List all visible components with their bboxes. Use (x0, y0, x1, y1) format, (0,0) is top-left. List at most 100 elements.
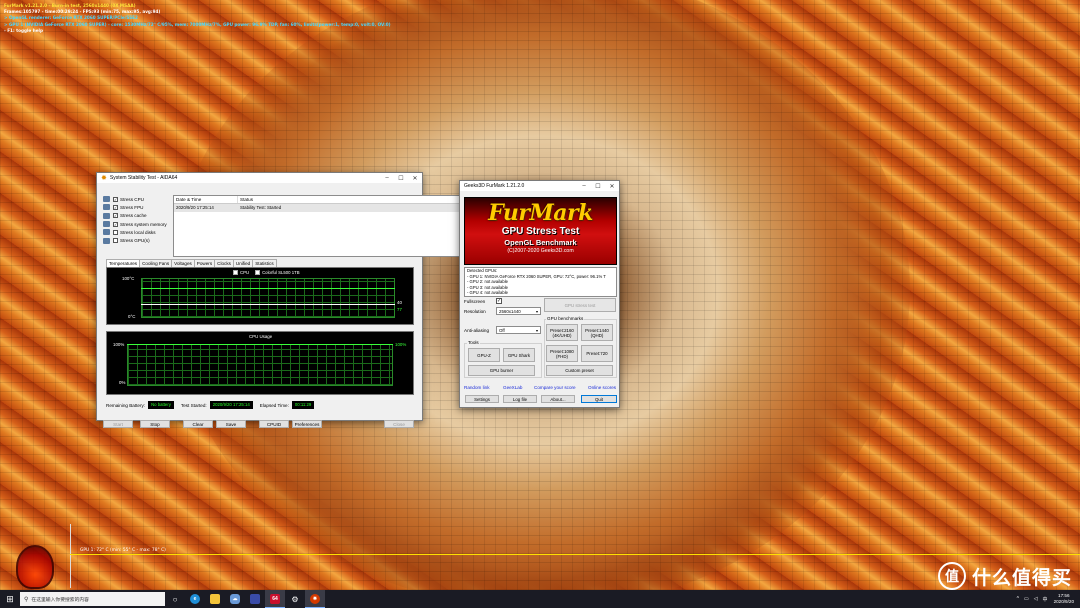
banner-subtitle: GPU Stress Test (501, 226, 580, 237)
random-link[interactable]: Random link (464, 385, 490, 390)
furmark-flame-logo (16, 545, 54, 589)
settings-gear-icon[interactable]: ⚙ (285, 590, 305, 608)
search-box[interactable]: ⚲ 在这里输入你要搜索的内容 (20, 592, 165, 606)
gpu-stress-test-button[interactable]: GPU stress test (544, 298, 616, 312)
checkbox[interactable]: ✓ (113, 221, 118, 227)
tab-statistics[interactable]: Statistics (252, 259, 277, 267)
log-file-button[interactable]: Log file (503, 395, 537, 403)
start-button[interactable]: Start (103, 420, 133, 428)
antialiasing-select[interactable]: Off ▾ (496, 326, 541, 334)
close-window-button[interactable]: Close (384, 420, 414, 428)
edge-browser-icon[interactable]: e (185, 590, 205, 608)
windows-start-icon[interactable]: ⊞ (0, 590, 20, 608)
battery-value: No battery (148, 401, 174, 409)
watermark-text: 什么值得买 (971, 566, 1072, 589)
tab-clocks[interactable]: Clocks (214, 259, 234, 267)
checkbox[interactable]: ✓ (113, 213, 118, 219)
stress-cpu-option[interactable]: ✓ Stress CPU (103, 195, 167, 203)
checkbox[interactable]: ✓ (113, 204, 118, 210)
monitor-icon (103, 237, 110, 244)
legend-checkbox[interactable] (255, 270, 261, 275)
store-icon[interactable] (245, 590, 265, 608)
maximize-button[interactable]: ☐ (394, 175, 408, 182)
furmark-window: Geeks3D FurMark 1.21.2.0 – ☐ ✕ FurMark G… (459, 180, 620, 408)
custom-preset-button[interactable]: Custom preset (546, 365, 613, 376)
file-explorer-icon[interactable] (205, 590, 225, 608)
osd-line: - F1: toggle help (4, 27, 43, 33)
preferences-button[interactable]: Preferences (292, 420, 322, 428)
cpu-usage-value: 100% (395, 342, 407, 347)
graph-axis (70, 524, 71, 588)
maximize-button[interactable]: ☐ (591, 183, 605, 190)
preset-2160-button[interactable]: Preset:2160 (4K/UHD) (546, 324, 578, 341)
gpu-temp-line (70, 554, 1080, 555)
disk-temp-line (141, 304, 395, 305)
save-button[interactable]: Save (216, 420, 246, 428)
furmark-banner: FurMark GPU Stress Test OpenGL Benchmark… (464, 197, 617, 265)
task-view-icon[interactable]: ○ (165, 590, 185, 608)
stress-gpu-option[interactable]: Stress GPU(s) (103, 236, 167, 244)
detected-gpus-box: Detected GPUs: - GPU 1: NVIDIA GeForce R… (464, 267, 617, 297)
clear-button[interactable]: Clear (183, 420, 213, 428)
compare-score-link[interactable]: Compare your score (534, 385, 576, 390)
gpu-burner-button[interactable]: GPU burner (468, 365, 535, 376)
stress-cache-option[interactable]: ✓ Stress cache (103, 212, 167, 220)
checkbox[interactable] (113, 238, 118, 244)
banner-subtitle: OpenGL Benchmark (504, 238, 577, 247)
cpu-icon (103, 196, 110, 203)
ime-icon[interactable]: 中 (1043, 596, 1048, 603)
geexlab-link[interactable]: GeeXLab (503, 385, 522, 390)
axis-min-label: 0°C (128, 314, 136, 319)
checkbox[interactable]: ✓ (113, 196, 118, 202)
quit-button[interactable]: Quit (581, 395, 617, 403)
tab-voltages[interactable]: Voltages (171, 259, 195, 267)
log-header: Date & Time Status (174, 196, 461, 204)
minimize-button[interactable]: – (577, 183, 591, 190)
taskbar: ⊞ ⚲ 在这里输入你要搜索的内容 ○ e ☁ 64 ⚙ ✸ ^ ▭ ◁ 中 17… (0, 590, 1080, 608)
furmark-taskbar-icon[interactable]: ✸ (305, 590, 325, 608)
aida64-titlebar[interactable]: ✸ System Stability Test - AIDA64 – ☐ ✕ (97, 173, 422, 183)
cloud-app-icon[interactable]: ☁ (225, 590, 245, 608)
tab-powers[interactable]: Powers (193, 259, 216, 267)
preset-720-button[interactable]: Preset:720 (581, 345, 613, 362)
log-cell: 2020/9/20 17:25:14 (176, 205, 214, 210)
stop-button[interactable]: Stop (140, 420, 170, 428)
watermark-logo: 值 (937, 562, 966, 590)
tab-temperatures[interactable]: Temperatures (106, 259, 141, 267)
settings-button[interactable]: Settings (465, 395, 499, 403)
minimize-button[interactable]: – (380, 175, 394, 182)
close-button[interactable]: ✕ (408, 175, 422, 182)
stress-fpu-option[interactable]: ✓ Stress FPU (103, 203, 167, 211)
gpu-z-button[interactable]: GPU-Z (468, 348, 500, 362)
about-button[interactable]: About... (541, 395, 575, 403)
online-scores-link[interactable]: Online scores (588, 385, 616, 390)
network-icon[interactable]: ▭ (1024, 596, 1029, 602)
smzdm-watermark: 值 什么值得买 (937, 562, 1072, 590)
furmark-titlebar[interactable]: Geeks3D FurMark 1.21.2.0 – ☐ ✕ (460, 181, 619, 191)
tab-unified[interactable]: Unified (232, 259, 254, 267)
stress-memory-option[interactable]: ✓ Stress system memory (103, 220, 167, 228)
aida-button-row: Start Stop Clear Save CPUID Preferences … (103, 420, 414, 428)
chevron-up-icon[interactable]: ^ (1017, 596, 1019, 602)
fullscreen-checkbox[interactable]: ✓ (496, 298, 502, 304)
log-row[interactable]: 2020/9/20 17:25:14 Stability Test: Start… (174, 204, 461, 212)
volume-icon[interactable]: ◁ (1034, 596, 1038, 602)
status-log[interactable]: Date & Time Status 2020/9/20 17:25:14 St… (173, 195, 462, 257)
checkbox[interactable] (113, 229, 118, 235)
column-header[interactable]: Status (238, 196, 461, 203)
preset-1440-button[interactable]: Preset:1440 (QHD) (581, 324, 613, 341)
stress-disks-option[interactable]: Stress local disks (103, 228, 167, 236)
cpuid-button[interactable]: CPUID (259, 420, 289, 428)
close-button[interactable]: ✕ (605, 183, 619, 190)
column-header[interactable]: Date & Time (174, 196, 238, 203)
temp-value: 40 (397, 300, 402, 305)
legend-checkbox[interactable] (233, 270, 238, 275)
preset-1080-button[interactable]: Preset:1080 (FHD) (546, 345, 578, 362)
status-row: Remaining Battery: No battery Test Start… (106, 401, 321, 409)
clock[interactable]: 17:56 2020/9/20 (1054, 593, 1074, 605)
aida64-taskbar-icon[interactable]: 64 (265, 590, 285, 608)
battery-label: Remaining Battery: (106, 402, 146, 408)
gpu-shark-button[interactable]: GPU Shark (503, 348, 535, 362)
resolution-select[interactable]: 2560x1440 ▾ (496, 307, 541, 315)
tab-cooling-fans[interactable]: Cooling Fans (139, 259, 173, 267)
